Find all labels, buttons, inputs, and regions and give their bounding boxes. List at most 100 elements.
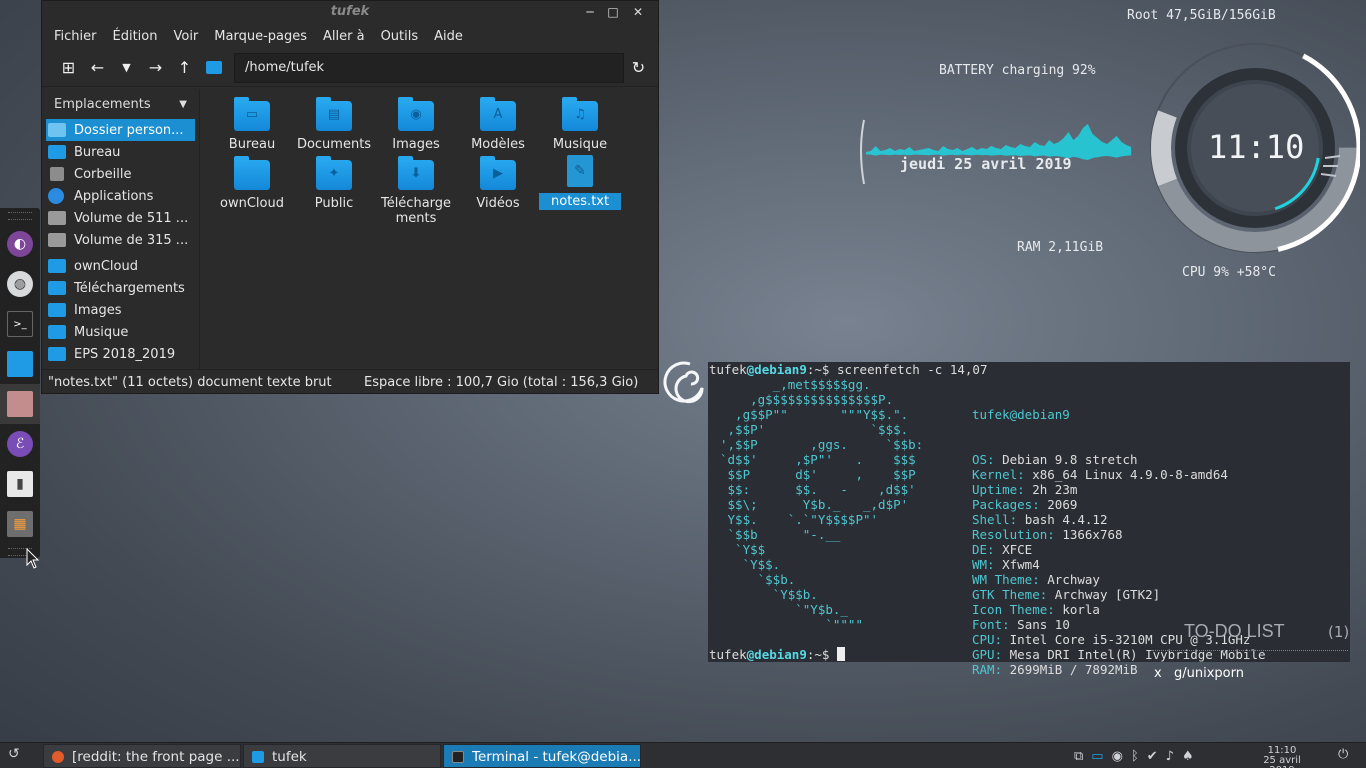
item-label: Vidéos	[476, 196, 520, 211]
tor-icon: ◐	[7, 231, 33, 257]
dock-image-viewer[interactable]	[0, 384, 40, 424]
home-folder-icon[interactable]	[199, 55, 228, 81]
chevron-down-icon[interactable]: ▼	[179, 99, 187, 110]
folder-item-public[interactable]: ✦ Public	[293, 156, 375, 211]
pictures-folder-icon: ◉	[398, 97, 434, 131]
bluetooth-icon[interactable]: ᛒ	[1131, 749, 1139, 764]
update-check-icon[interactable]: ✔	[1147, 749, 1158, 764]
power-icon[interactable]: ⏻	[1338, 747, 1348, 762]
dock-emacs[interactable]: ℰ	[0, 424, 40, 464]
file-manager-window: tufek ─ □ ✕ Fichier Édition Voir Marque-…	[41, 0, 659, 394]
sidebar-item-corbeille[interactable]: Corbeille	[42, 163, 199, 185]
sidebar-header[interactable]: Emplacements ▼	[42, 89, 199, 119]
sidebar-item-eps[interactable]: EPS 2018_2019	[42, 343, 199, 365]
dock-calculator[interactable]: ▦	[0, 504, 40, 544]
notification-bell-icon[interactable]: ♠	[1182, 749, 1194, 764]
maximize-icon[interactable]: □	[603, 1, 623, 23]
forward-arrow-icon[interactable]: →	[141, 55, 170, 81]
conky-clock: 11:10	[1208, 128, 1305, 166]
menu-aller-a[interactable]: Aller à	[323, 29, 365, 44]
task-label: Terminal - tufek@debia...	[472, 749, 641, 765]
info-value: XFCE	[1002, 542, 1033, 557]
menu-outils[interactable]: Outils	[381, 29, 419, 44]
documents-folder-icon: ▤	[316, 97, 352, 131]
location-field[interactable]: /home/tufek	[234, 52, 624, 83]
sidebar-item-bureau[interactable]: Bureau	[42, 141, 199, 163]
info-row: Icon Theme: korla	[972, 602, 1266, 617]
sidebar-item-telechargements[interactable]: Téléchargements	[42, 277, 199, 299]
debian-swirl-icon	[663, 361, 704, 404]
info-key: GTK Theme:	[972, 587, 1048, 602]
trash-icon	[50, 167, 64, 181]
up-arrow-icon[interactable]: ↑	[170, 55, 199, 81]
task-terminal[interactable]: Terminal - tufek@debia...	[443, 744, 641, 768]
dock-web-browser[interactable]: ◍	[0, 264, 40, 304]
info-key: WM:	[972, 557, 995, 572]
workspace-switcher-icon[interactable]: ⧉	[1074, 749, 1083, 764]
sidebar-item-label: Volume de 511 ...	[74, 210, 189, 226]
menu-marque-pages[interactable]: Marque-pages	[214, 29, 307, 44]
history-dropdown-icon[interactable]: ▼	[112, 55, 141, 81]
folder-item-documents[interactable]: ▤ Documents	[293, 97, 375, 152]
info-key: DE:	[972, 542, 995, 557]
taskbar-clock[interactable]: 11:1025 avril 2019	[1254, 746, 1310, 768]
todo-item[interactable]: g/unixporn	[1174, 666, 1244, 681]
window-titlebar[interactable]: tufek ─ □ ✕	[42, 1, 658, 23]
close-icon[interactable]: ✕	[628, 1, 648, 23]
workspace-2-icon[interactable]: ▭	[1091, 749, 1103, 764]
menu-voir[interactable]: Voir	[173, 29, 198, 44]
folder-item-owncloud[interactable]: ownCloud	[211, 156, 293, 211]
info-key: Icon Theme:	[972, 602, 1055, 617]
task-file-manager[interactable]: tufek	[243, 744, 441, 768]
sidebar-item-volume-315[interactable]: Volume de 315 ...	[42, 229, 199, 251]
folder-item-musique[interactable]: ♫ Musique	[539, 97, 621, 152]
sidebar-item-applications[interactable]: Applications	[42, 185, 199, 207]
reload-icon[interactable]: ↻	[624, 55, 653, 81]
document-icon: ▮	[7, 471, 33, 497]
sidebar-item-label: Volume de 315 ...	[74, 232, 189, 248]
info-value: 1366x768	[1062, 527, 1123, 542]
info-key: GPU:	[972, 647, 1003, 662]
info-row: OS: Debian 9.8 stretch	[972, 452, 1266, 467]
file-item-notes[interactable]: ✎ notes.txt	[539, 155, 622, 210]
task-reddit[interactable]: [reddit: the front page ...	[43, 744, 241, 768]
sidebar-item-images[interactable]: Images	[42, 299, 199, 321]
folder-item-videos[interactable]: ▶ Vidéos	[457, 156, 539, 211]
back-arrow-icon[interactable]: ←	[83, 55, 112, 81]
dock-doc-viewer[interactable]: ▮	[0, 464, 40, 504]
dock-file-manager[interactable]	[0, 344, 40, 384]
info-value: Xfwm4	[1002, 557, 1040, 572]
folder-item-images[interactable]: ◉ Images	[375, 97, 457, 152]
side-dock: ◐ ◍ >_ ℰ ▮ ▦	[0, 208, 40, 558]
dock-tor-browser[interactable]: ◐	[0, 224, 40, 264]
sidebar-item-volume-511[interactable]: Volume de 511 ...	[42, 207, 199, 229]
menu-edition[interactable]: Édition	[113, 29, 158, 44]
folder-item-telechargements[interactable]: ⬇ Télécharge ments	[375, 156, 457, 226]
todo-count: (1)	[1328, 623, 1350, 641]
app-menu-icon[interactable]: ↺	[8, 746, 26, 764]
info-row: Resolution: 1366x768	[972, 527, 1266, 542]
sidebar-item-label: Corbeille	[74, 166, 132, 182]
info-value: bash 4.4.12	[1024, 512, 1108, 527]
dock-grip[interactable]	[8, 212, 32, 220]
info-key: Uptime:	[972, 482, 1025, 497]
sidebar-item-musique[interactable]: Musique	[42, 321, 199, 343]
menu-aide[interactable]: Aide	[434, 29, 463, 44]
desktop-folder-icon	[48, 145, 66, 159]
sidebar-item-dossier-personnel[interactable]: Dossier person...	[46, 119, 195, 141]
terminal-window[interactable]: tufek@debian9:~$ screenfetch -c 14,07 _,…	[708, 362, 1350, 677]
wifi-icon[interactable]: ◉	[1112, 749, 1123, 764]
music-folder-icon: ♫	[562, 97, 598, 131]
dock-terminal[interactable]: >_	[0, 304, 40, 344]
minimize-icon[interactable]: ─	[580, 1, 600, 23]
menu-fichier[interactable]: Fichier	[54, 29, 97, 44]
todo-remove-button[interactable]: x	[1154, 666, 1162, 681]
sidebar-item-owncloud[interactable]: ownCloud	[42, 255, 199, 277]
task-label: [reddit: the front page ...	[72, 749, 240, 765]
volume-icon[interactable]: ♪	[1166, 749, 1174, 764]
todo-divider	[1152, 650, 1348, 651]
new-tab-icon[interactable]: ⊞	[54, 55, 83, 81]
sidebar-item-label: EPS 2018_2019	[74, 346, 176, 362]
folder-item-bureau[interactable]: ▭ Bureau	[211, 97, 293, 152]
folder-item-modeles[interactable]: A Modèles	[457, 97, 539, 152]
